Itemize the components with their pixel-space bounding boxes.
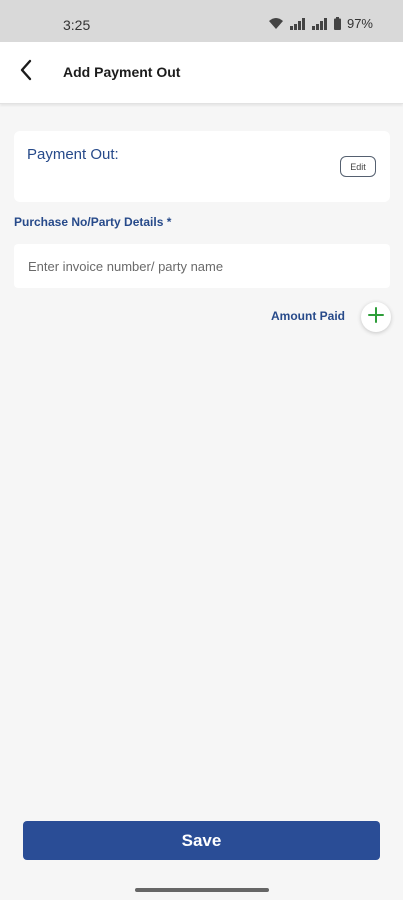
save-button[interactable]: Save [23,821,380,860]
status-time: 3:25 [63,17,91,33]
battery-icon [333,17,341,30]
purchase-field-label: Purchase No/Party Details * [14,215,172,229]
back-arrow-icon [19,59,33,86]
payment-out-label: Payment Out: [27,146,119,163]
signal-icon [289,17,306,30]
battery-level: 97% [346,16,373,31]
back-button[interactable] [10,56,42,88]
add-amount-button[interactable] [361,302,391,332]
payment-out-card: Payment Out: Edit [14,131,390,202]
status-icons: 97% [268,16,373,31]
home-indicator[interactable] [135,888,269,892]
edit-button[interactable]: Edit [340,156,376,177]
signal-icon [311,17,328,30]
app-bar: Add Payment Out [0,42,403,104]
amount-paid-label: Amount Paid [271,309,345,323]
purchase-field-box [14,244,390,288]
plus-icon [368,306,384,328]
page-title: Add Payment Out [63,64,181,80]
status-bar: 3:25 97% [0,0,403,42]
wifi-icon [268,17,284,30]
purchase-party-input[interactable] [14,244,390,288]
